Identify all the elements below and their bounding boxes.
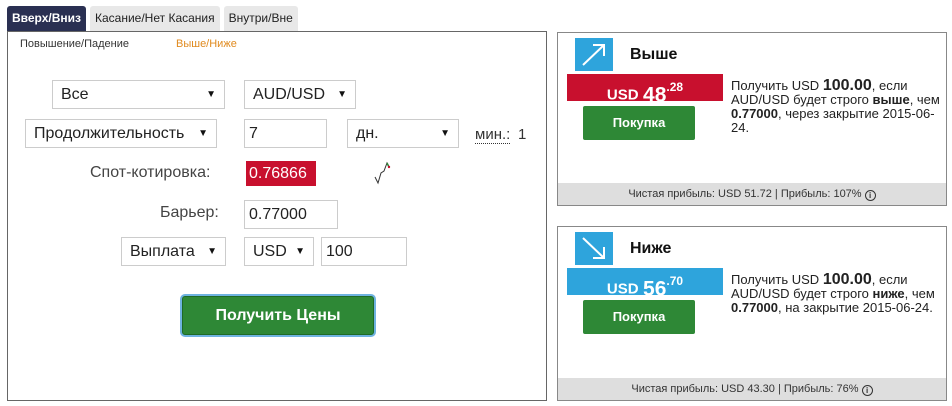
caret-down-icon: ▼ (337, 89, 347, 100)
arrow-up-right-icon (575, 38, 613, 71)
duration-unit-value: дн. (356, 125, 379, 142)
payout-type-value: Выплата (130, 243, 195, 260)
subtab-rise-fall[interactable]: Повышение/Падение (20, 38, 129, 50)
payout-type-select[interactable]: Выплата ▼ (121, 237, 226, 266)
tab-up-down[interactable]: Вверх/Вниз (7, 6, 86, 31)
trading-page: Вверх/Вниз Касание/Нет Касания Внутри/Вн… (0, 0, 952, 406)
contract-form-panel: Повышение/Падение Выше/Ниже Все ▼ AUD/US… (7, 31, 547, 401)
market-select[interactable]: Все ▼ (52, 80, 225, 109)
contract-title: Ниже (630, 240, 672, 257)
subtab-higher-lower[interactable]: Выше/Ниже (176, 38, 237, 50)
currency-select-value: USD (253, 243, 287, 260)
duration-value-input[interactable]: 7 (244, 119, 327, 148)
desc-text: , чем (909, 92, 940, 107)
min-duration-value: 1 (518, 126, 527, 143)
tab-in-out[interactable]: Внутри/Вне (223, 6, 298, 31)
amount-input[interactable]: 100 (321, 237, 407, 266)
price-main: 48 (643, 83, 667, 107)
price-currency: USD (606, 280, 639, 298)
arrow-down-right-icon (575, 232, 613, 265)
sparkline-icon (374, 161, 391, 185)
get-prices-button[interactable]: Получить Цены (182, 296, 374, 335)
spot-value: 0.76866 (246, 161, 316, 186)
desc-text: Получить USD (731, 78, 823, 93)
info-icon[interactable]: i (861, 385, 873, 396)
contract-card-higher: Выше USD 48.28 Покупка Получить USD 100.… (557, 32, 947, 206)
caret-down-icon: ▼ (295, 246, 305, 257)
duration-unit-select[interactable]: дн. ▼ (347, 119, 459, 148)
asset-select[interactable]: AUD/USD ▼ (244, 80, 356, 109)
contract-footer: Чистая прибыль: USD 43.30 | Прибыль: 76%… (558, 378, 946, 400)
contract-price: USD 48.28 (567, 74, 723, 106)
desc-text: , чем (904, 286, 935, 301)
caret-down-icon: ▼ (207, 246, 217, 257)
barrier-label: Барьер: (160, 204, 219, 221)
desc-direction: выше (872, 92, 910, 107)
profit-summary: Чистая прибыль: USD 43.30 | Прибыль: 76% (631, 383, 859, 395)
contract-title: Выше (630, 46, 678, 63)
price-currency: USD (606, 86, 639, 104)
desc-text: , на закрытие 2015-06-24. (778, 300, 933, 315)
desc-text: Получить USD (731, 272, 823, 287)
info-icon[interactable]: i (864, 190, 876, 201)
contract-card-lower: Ниже USD 56.70 Покупка Получить USD 100.… (557, 226, 947, 401)
buy-button[interactable]: Покупка (583, 106, 695, 140)
contract-description: Получить USD 100.00, если AUD/USD будет … (731, 272, 943, 315)
contract-tabs: Вверх/Вниз Касание/Нет Касания Внутри/Вн… (7, 6, 298, 31)
barrier-input[interactable]: 0.77000 (244, 200, 338, 229)
min-duration-label: мин.: (475, 126, 511, 144)
price-cents: .70 (666, 274, 684, 288)
price-main: 56 (643, 277, 667, 301)
contract-footer: Чистая прибыль: USD 51.72 | Прибыль: 107… (558, 183, 946, 205)
contract-price: USD 56.70 (567, 268, 723, 300)
currency-select[interactable]: USD ▼ (244, 237, 314, 266)
desc-barrier: 0.77000 (731, 106, 778, 121)
tab-touch-no-touch[interactable]: Касание/Нет Касания (90, 6, 220, 31)
contract-description: Получить USD 100.00, если AUD/USD будет … (731, 78, 943, 135)
asset-select-value: AUD/USD (253, 86, 326, 103)
duration-type-value: Продолжительность (34, 125, 185, 142)
desc-direction: ниже (872, 286, 905, 301)
market-select-value: Все (61, 86, 89, 103)
duration-type-select[interactable]: Продолжительность ▼ (25, 119, 217, 148)
profit-summary: Чистая прибыль: USD 51.72 | Прибыль: 107… (628, 188, 862, 200)
caret-down-icon: ▼ (206, 89, 216, 100)
price-cents: .28 (666, 80, 684, 94)
caret-down-icon: ▼ (198, 128, 208, 139)
spot-label: Спот-котировка: (90, 164, 211, 181)
caret-down-icon: ▼ (440, 128, 450, 139)
desc-barrier: 0.77000 (731, 300, 778, 315)
buy-button[interactable]: Покупка (583, 300, 695, 334)
